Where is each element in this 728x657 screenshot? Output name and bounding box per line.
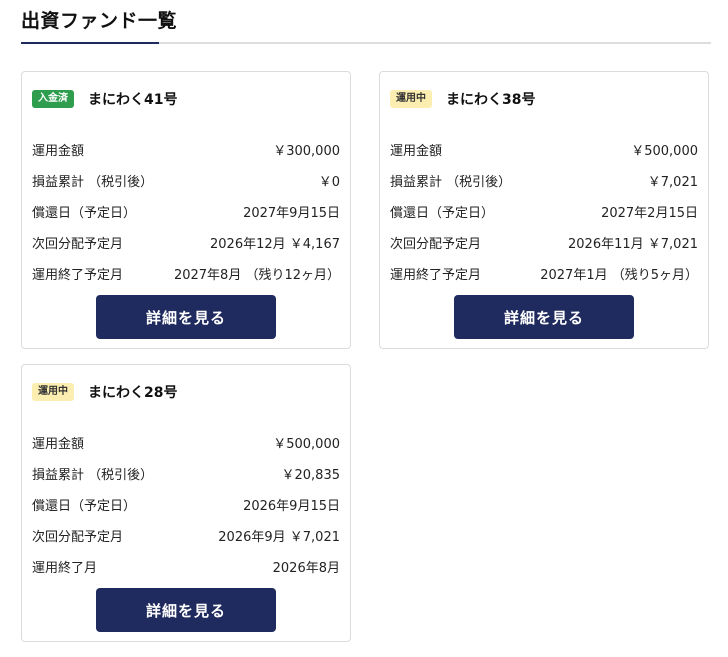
info-label: 運用金額 [32,144,85,159]
info-value: ￥500,000 [273,437,340,452]
fund-name: まにわく38号 [446,92,536,108]
info-row-end-month: 運用終了予定月 2027年1月 （残り5ヶ月） [390,258,698,289]
info-value: ￥0 [318,175,340,190]
info-label: 償還日（予定日） [32,206,137,221]
page-title: 出資ファンド一覧 [21,10,178,32]
info-label: 運用終了予定月 [32,268,124,283]
info-row-amount: 運用金額 ￥500,000 [32,427,340,458]
fund-name: まにわく41号 [88,92,178,108]
info-value: ￥300,000 [273,144,340,159]
info-label: 損益累計 （税引後） [32,468,154,483]
info-row-redemption: 償還日（予定日） 2027年9月15日 [32,196,340,227]
info-label: 損益累計 （税引後） [32,175,154,190]
fund-info-list: 運用金額 ￥500,000 損益累計 （税引後） ￥7,021 償還日（予定日）… [390,134,698,289]
info-row-next-distribution: 次回分配予定月 2026年12月 ￥4,167 [32,227,340,258]
info-value: ￥500,000 [631,144,698,159]
info-value: 2026年11月 ￥7,021 [568,237,698,252]
fund-card-header: 運用中 まにわく38号 [390,88,698,110]
info-row-end-month: 運用終了予定月 2027年8月 （残り12ヶ月） [32,258,340,289]
fund-card-header: 入金済 まにわく41号 [32,88,340,110]
info-row-end-month: 運用終了月 2026年8月 [32,551,340,582]
info-label: 償還日（予定日） [32,499,137,514]
info-row-amount: 運用金額 ￥500,000 [390,134,698,165]
fund-card-header: 運用中 まにわく28号 [32,381,340,403]
info-value: ￥20,835 [281,468,341,483]
status-badge: 運用中 [390,90,432,108]
info-value: 2027年2月15日 [601,206,698,221]
info-value: ￥7,021 [647,175,698,190]
info-row-profit: 損益累計 （税引後） ￥7,021 [390,165,698,196]
fund-info-list: 運用金額 ￥500,000 損益累計 （税引後） ￥20,835 償還日（予定日… [32,427,340,582]
info-label: 損益累計 （税引後） [390,175,512,190]
page-header: 出資ファンド一覧 [21,0,711,44]
info-value: 2026年12月 ￥4,167 [210,237,340,252]
info-value: 2027年8月 （残り12ヶ月） [173,268,340,283]
info-label: 次回分配予定月 [32,530,124,545]
info-label: 次回分配予定月 [32,237,124,252]
view-details-button[interactable]: 詳細を見る [454,295,634,339]
info-row-redemption: 償還日（予定日） 2027年2月15日 [390,196,698,227]
info-row-redemption: 償還日（予定日） 2026年9月15日 [32,489,340,520]
info-value: 2027年1月 （残り5ヶ月） [540,268,698,283]
fund-card: 入金済 まにわく41号 運用金額 ￥300,000 損益累計 （税引後） ￥0 … [21,71,351,349]
title-underline [21,42,159,44]
info-row-amount: 運用金額 ￥300,000 [32,134,340,165]
info-label: 運用金額 [390,144,443,159]
fund-name: まにわく28号 [88,385,178,401]
info-label: 運用終了予定月 [390,268,482,283]
fund-card: 運用中 まにわく38号 運用金額 ￥500,000 損益累計 （税引後） ￥7,… [379,71,709,349]
info-row-profit: 損益累計 （税引後） ￥0 [32,165,340,196]
fund-list-page: 出資ファンド一覧 入金済 まにわく41号 運用金額 ￥300,000 損益累計 … [0,0,728,657]
info-row-next-distribution: 次回分配予定月 2026年9月 ￥7,021 [32,520,340,551]
info-label: 運用終了月 [32,561,98,576]
info-value: 2026年9月15日 [243,499,340,514]
info-label: 次回分配予定月 [390,237,482,252]
status-badge: 運用中 [32,383,74,401]
fund-card: 運用中 まにわく28号 運用金額 ￥500,000 損益累計 （税引後） ￥20… [21,364,351,642]
status-badge: 入金済 [32,90,74,108]
view-details-button[interactable]: 詳細を見る [96,588,276,632]
fund-info-list: 運用金額 ￥300,000 損益累計 （税引後） ￥0 償還日（予定日） 202… [32,134,340,289]
info-row-profit: 損益累計 （税引後） ￥20,835 [32,458,340,489]
info-value: 2026年9月 ￥7,021 [218,530,340,545]
info-label: 運用金額 [32,437,85,452]
info-row-next-distribution: 次回分配予定月 2026年11月 ￥7,021 [390,227,698,258]
info-value: 2026年8月 [272,561,340,576]
info-label: 償還日（予定日） [390,206,495,221]
info-value: 2027年9月15日 [243,206,340,221]
view-details-button[interactable]: 詳細を見る [96,295,276,339]
